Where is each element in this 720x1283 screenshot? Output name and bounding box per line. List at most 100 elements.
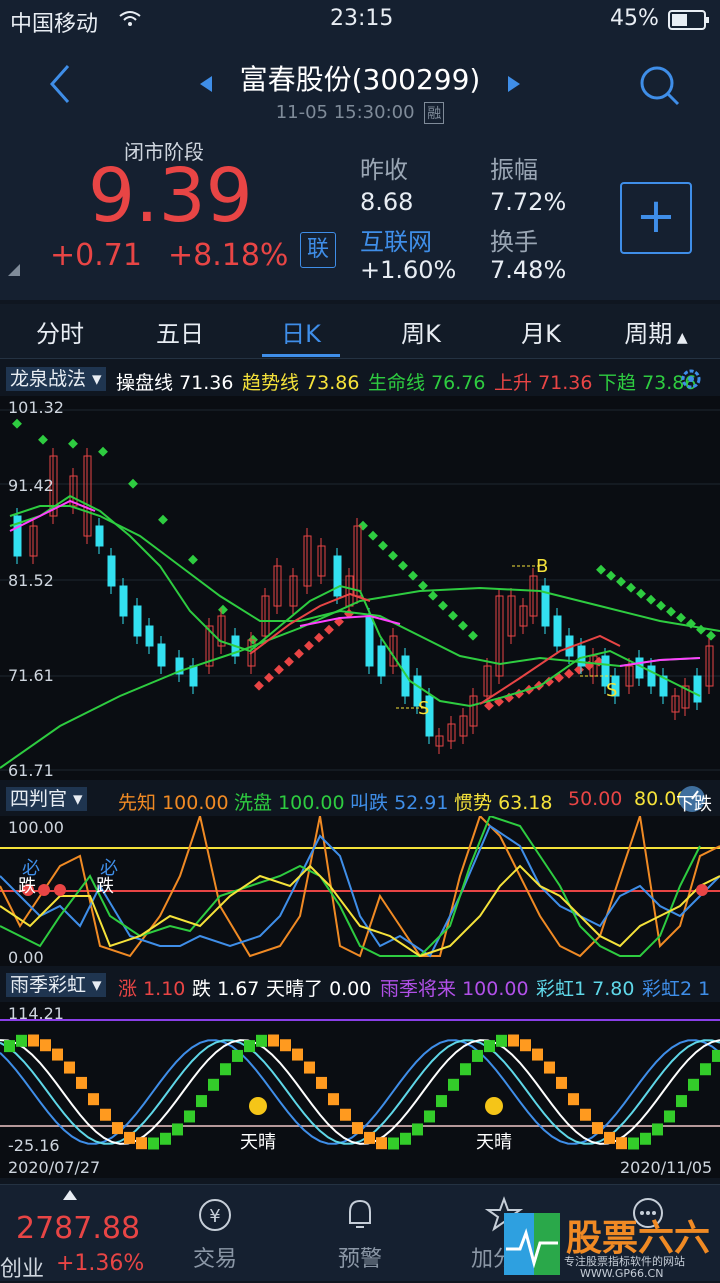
add-watchlist-button[interactable]: + bbox=[620, 182, 692, 254]
judge-chart[interactable]: 100.00 0.00 必 跌 必 跌 下跌 bbox=[0, 794, 720, 967]
carrier: 中国移动 bbox=[10, 12, 99, 37]
battery-level: 45% bbox=[610, 6, 659, 31]
rainbow-block bbox=[436, 1095, 447, 1108]
trend-dot bbox=[284, 656, 294, 667]
rainbow-block bbox=[40, 1039, 51, 1052]
watermark: 股票六六 专注股票指标软件的网站 WWW.GP66.CN bbox=[500, 1209, 720, 1281]
expand-corner-icon[interactable] bbox=[6, 262, 22, 278]
status-bar: 中国移动 23:15 45% bbox=[0, 0, 720, 40]
svg-text:¥: ¥ bbox=[209, 1206, 220, 1227]
trend-dot bbox=[368, 530, 378, 541]
rainbow-block bbox=[700, 1063, 711, 1076]
rainbow-block bbox=[268, 1034, 279, 1047]
trend-dot bbox=[458, 620, 468, 631]
rainbow-block bbox=[136, 1137, 147, 1150]
ind3-item-2: 天晴了 0.00 bbox=[266, 978, 372, 1000]
rainbow-block bbox=[664, 1110, 675, 1123]
axis-label: 81.52 bbox=[8, 571, 54, 590]
rainbow-block bbox=[640, 1132, 651, 1145]
rainbow-block bbox=[100, 1108, 111, 1121]
index-change: +1.36% bbox=[56, 1251, 145, 1276]
trend-dot bbox=[38, 434, 48, 445]
rainbow-block bbox=[712, 1049, 720, 1062]
candle bbox=[693, 675, 702, 703]
rainbow-block bbox=[28, 1034, 39, 1047]
kline-svg bbox=[0, 409, 720, 771]
trend-dot bbox=[274, 664, 284, 675]
sun-marker bbox=[485, 1097, 503, 1115]
rainbow-block bbox=[208, 1078, 219, 1091]
watermark-logo bbox=[504, 1213, 560, 1275]
rainbow-block bbox=[376, 1137, 387, 1150]
rainbow-block bbox=[232, 1049, 243, 1062]
candle bbox=[647, 665, 656, 687]
tab-daily-k[interactable]: 日K bbox=[251, 314, 351, 349]
quote-panel: 闭市阶段 9.39 +0.71 +8.18% 联 昨收 8.68 互联网 +1.… bbox=[0, 132, 720, 300]
settings-icon[interactable] bbox=[678, 366, 704, 392]
trend-dot bbox=[616, 576, 626, 587]
trend-dot bbox=[448, 610, 458, 621]
candle bbox=[157, 643, 166, 667]
ind3-item-3: 雨季将来 100.00 bbox=[380, 978, 529, 1000]
trend-dot bbox=[188, 554, 198, 565]
tab-period[interactable]: 周期 ▲ bbox=[606, 314, 706, 349]
tab-monthly-k[interactable]: 月K bbox=[491, 314, 591, 349]
next-stock-icon[interactable] bbox=[506, 74, 522, 94]
rainbow-block bbox=[64, 1061, 75, 1074]
rise-line bbox=[479, 634, 621, 705]
ind3-item-1: 跌 1.67 bbox=[192, 978, 260, 1000]
tab-intraday[interactable]: 分时 bbox=[10, 314, 110, 349]
rainbow-block bbox=[16, 1034, 27, 1047]
date-start: 2020/07/27 bbox=[8, 1158, 101, 1177]
expand-up-icon[interactable] bbox=[62, 1189, 78, 1201]
rainbow-block bbox=[316, 1076, 327, 1089]
rainbow-block bbox=[604, 1131, 615, 1144]
kline-chart[interactable]: 101.32 91.42 81.52 71.61 61.71 B S S bbox=[0, 396, 720, 780]
trend-dot bbox=[626, 582, 636, 593]
trade-icon: ¥ bbox=[199, 1199, 231, 1231]
price-change: +0.71 bbox=[50, 238, 142, 273]
prev-close-value: 8.68 bbox=[360, 188, 414, 216]
rainbow-block bbox=[496, 1034, 507, 1047]
axis-label: 101.32 bbox=[8, 398, 64, 417]
trend-dot bbox=[564, 668, 574, 679]
candle bbox=[133, 605, 142, 637]
ind3-item-5: 彩虹2 1 bbox=[642, 978, 711, 1000]
trend-dot bbox=[388, 550, 398, 561]
rainbow-block bbox=[172, 1123, 183, 1136]
rainbow-block bbox=[124, 1131, 135, 1144]
price-change-pct: +8.18% bbox=[168, 238, 289, 273]
sell-signal: S bbox=[418, 698, 430, 719]
trend-dot bbox=[254, 680, 264, 691]
axis-label: 71.61 bbox=[8, 666, 54, 685]
indicator2-select[interactable]: 四判官 ▾ bbox=[6, 787, 87, 811]
index-value[interactable]: 2787.88 bbox=[16, 1211, 140, 1246]
rainbow-block bbox=[280, 1039, 291, 1052]
clock: 23:15 bbox=[330, 6, 394, 31]
header: 富春股份(300299) 11-05 15:30:00 融 bbox=[0, 40, 720, 132]
sunny-tag: 天晴 bbox=[476, 1132, 512, 1153]
indicator2-name: 四判官 bbox=[10, 788, 68, 810]
rainbow-block bbox=[364, 1131, 375, 1144]
indicator1-select[interactable]: 龙泉战法 ▾ bbox=[6, 367, 106, 391]
trend-dot bbox=[294, 648, 304, 659]
rainbow-block bbox=[160, 1132, 171, 1145]
trend-dot bbox=[264, 672, 274, 683]
rainbow-block bbox=[580, 1108, 591, 1121]
rainbow-chart[interactable]: 114.21 -25.16 天晴 天晴 2020/07/27 2020/11/0… bbox=[0, 1002, 720, 1178]
nav-trade[interactable]: ¥ 交易 bbox=[155, 1185, 275, 1273]
sector-link[interactable]: 互联网 bbox=[360, 222, 432, 257]
rainbow-block bbox=[112, 1122, 123, 1135]
trend-dot bbox=[596, 564, 606, 575]
prev-close-label: 昨收 bbox=[360, 156, 408, 184]
indicator1-header: 龙泉战法 ▾ 操盘线 71.36 趋势线 73.86 生命线 76.76 上升 … bbox=[0, 364, 720, 394]
rainbow-block bbox=[628, 1137, 639, 1150]
linked-button[interactable]: 联 bbox=[300, 232, 336, 268]
nav-alert[interactable]: 预警 bbox=[300, 1185, 420, 1273]
trend-dot bbox=[428, 590, 438, 601]
trend-dot bbox=[666, 606, 676, 617]
tab-weekly-k[interactable]: 周K bbox=[371, 314, 471, 349]
rainbow-block bbox=[148, 1137, 159, 1150]
indicator3-select[interactable]: 雨季彩虹 ▾ bbox=[6, 973, 106, 997]
tab-five-day[interactable]: 五日 bbox=[130, 314, 230, 349]
